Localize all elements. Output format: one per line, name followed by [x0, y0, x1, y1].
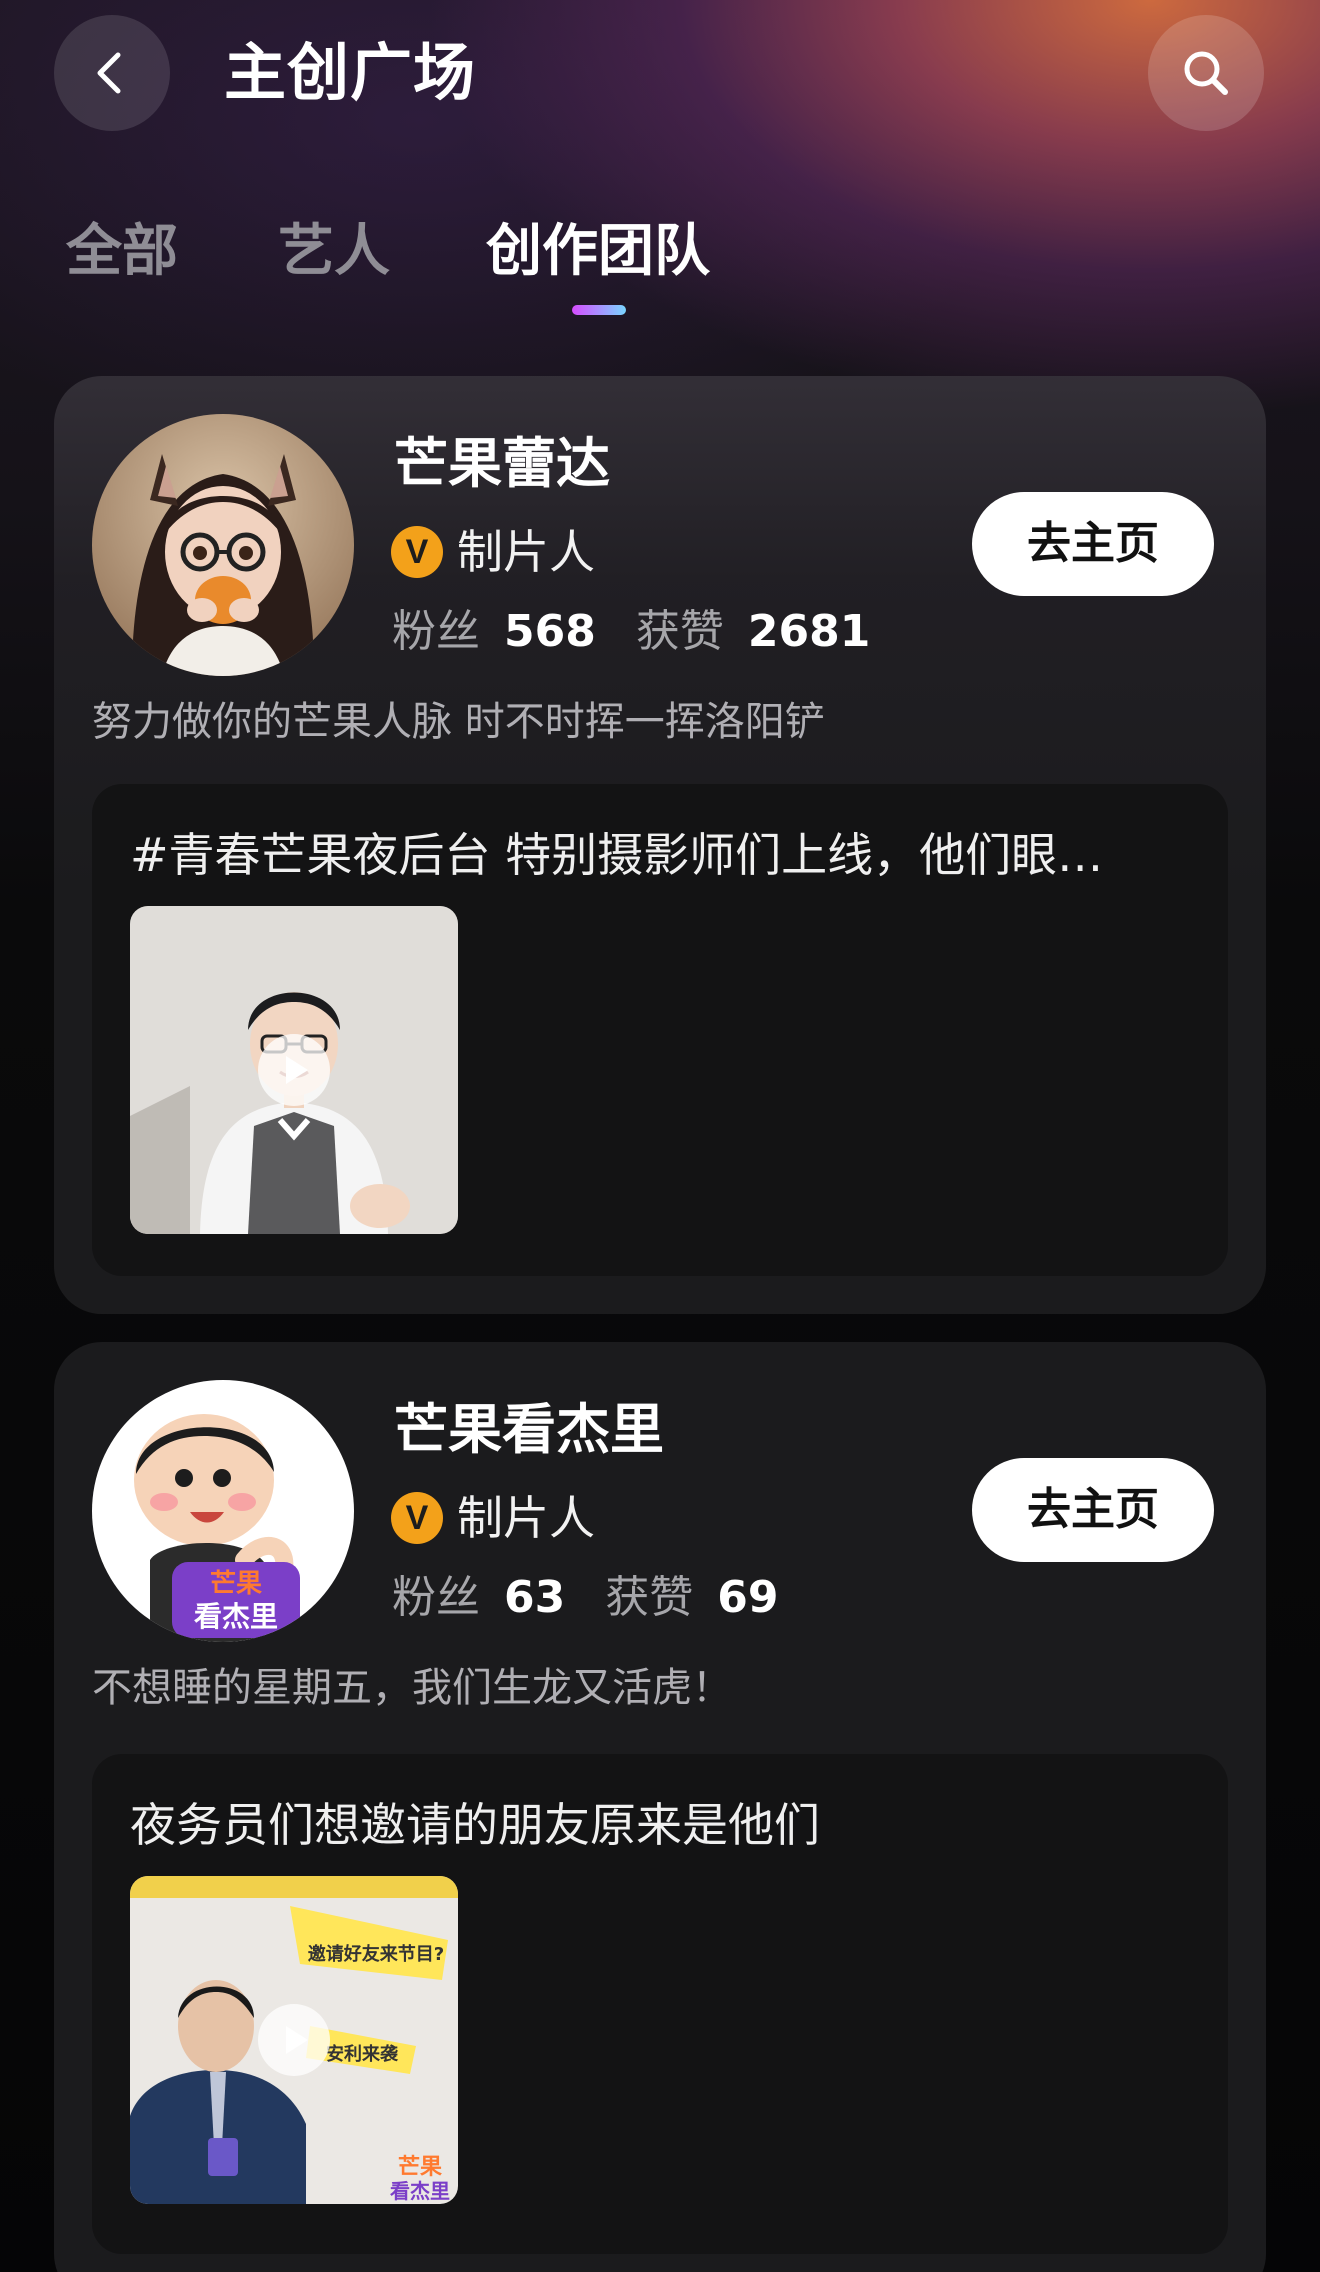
- tab-indicator: [572, 305, 626, 315]
- avatar-logo-text-bottom: 看杰里: [194, 1600, 278, 1633]
- fans-label: 粉丝: [392, 606, 480, 657]
- search-button[interactable]: [1148, 15, 1264, 131]
- tab-creative-team[interactable]: 创作团队: [486, 217, 710, 287]
- likes-count: 69: [717, 1572, 779, 1623]
- role-label: 制片人: [457, 1491, 595, 1545]
- video-thumbnail[interactable]: 邀请好友来节目? 安利来袭 芒果 看杰里: [130, 1876, 458, 2204]
- tab-artists[interactable]: 艺人: [278, 217, 390, 287]
- video-thumbnail[interactable]: [130, 906, 458, 1234]
- thumbnail-caption-1: 邀请好友来节目?: [308, 1943, 444, 1965]
- page: 主创广场 全部 艺人 创作团队 芒果蕾达 V 制片人 粉丝 568 获赞 268…: [0, 0, 1320, 2272]
- chevron-left-icon: [97, 52, 121, 94]
- thumbnail-caption-2: 安利来袭: [326, 2043, 399, 2065]
- thumbnail-logo-text-top: 芒果: [398, 2154, 442, 2180]
- avatar[interactable]: 芒果 看杰里: [92, 1380, 354, 1642]
- tab-bar: 全部 艺人 创作团队: [0, 205, 1320, 325]
- back-button[interactable]: [54, 15, 170, 131]
- post-preview[interactable]: 夜务员们想邀请的朋友原来是他们 邀请好友来节目? 安利来袭 芒果 看杰里: [92, 1754, 1228, 2254]
- role-label: 制片人: [457, 525, 595, 579]
- page-title: 主创广场: [224, 36, 477, 109]
- post-preview[interactable]: #青春芒果夜后台 特别摄影师们上线，他们眼…: [92, 784, 1228, 1276]
- cartoon-girl-avatar: [92, 414, 354, 676]
- creator-name: 芒果蕾达: [394, 432, 610, 495]
- avatar[interactable]: [92, 414, 354, 676]
- avatar-logo-text-top: 芒果: [210, 1569, 262, 1599]
- thumbnail-logo-text-bottom: 看杰里: [390, 2179, 450, 2203]
- likes-label: 获赞: [605, 1572, 694, 1623]
- creator-name: 芒果看杰里: [394, 1398, 664, 1461]
- top-bar: 主创广场: [0, 0, 1320, 150]
- creator-bio: 努力做你的芒果人脉 时不时挥一挥洛阳铲: [92, 699, 825, 745]
- verified-v-icon: V: [391, 1492, 443, 1544]
- search-icon: [1184, 51, 1228, 95]
- role-row: V 制片人: [391, 1488, 595, 1548]
- creator-card[interactable]: 芒果 看杰里 芒果看杰里 V 制片人 粉丝 63 获赞 69 去主页 不想睡的星期五，…: [54, 1342, 1266, 2272]
- likes-label: 获赞: [635, 606, 724, 657]
- tab-all[interactable]: 全部: [66, 217, 178, 287]
- go-homepage-button[interactable]: 去主页: [972, 1458, 1214, 1562]
- play-icon[interactable]: [258, 1034, 330, 1106]
- post-title[interactable]: 夜务员们想邀请的朋友原来是他们: [130, 1794, 1190, 1856]
- likes-count: 2681: [747, 606, 871, 657]
- play-icon[interactable]: [258, 2004, 330, 2076]
- role-row: V 制片人: [391, 522, 595, 582]
- cartoon-boy-avatar: 芒果 看杰里: [92, 1380, 354, 1642]
- stats-row: 粉丝 568 获赞 2681: [392, 602, 870, 662]
- go-homepage-button[interactable]: 去主页: [972, 492, 1214, 596]
- stats-row: 粉丝 63 获赞 69: [392, 1568, 778, 1628]
- fans-count: 568: [504, 606, 596, 657]
- creator-bio: 不想睡的星期五，我们生龙又活虎！: [92, 1665, 732, 1711]
- creator-card[interactable]: 芒果蕾达 V 制片人 粉丝 568 获赞 2681 去主页 努力做你的芒果人脉 时不时…: [54, 376, 1266, 1314]
- post-title[interactable]: #青春芒果夜后台 特别摄影师们上线，他们眼…: [130, 824, 1190, 886]
- fans-count: 63: [504, 1572, 566, 1623]
- verified-v-icon: V: [391, 526, 443, 578]
- fans-label: 粉丝: [392, 1572, 480, 1623]
